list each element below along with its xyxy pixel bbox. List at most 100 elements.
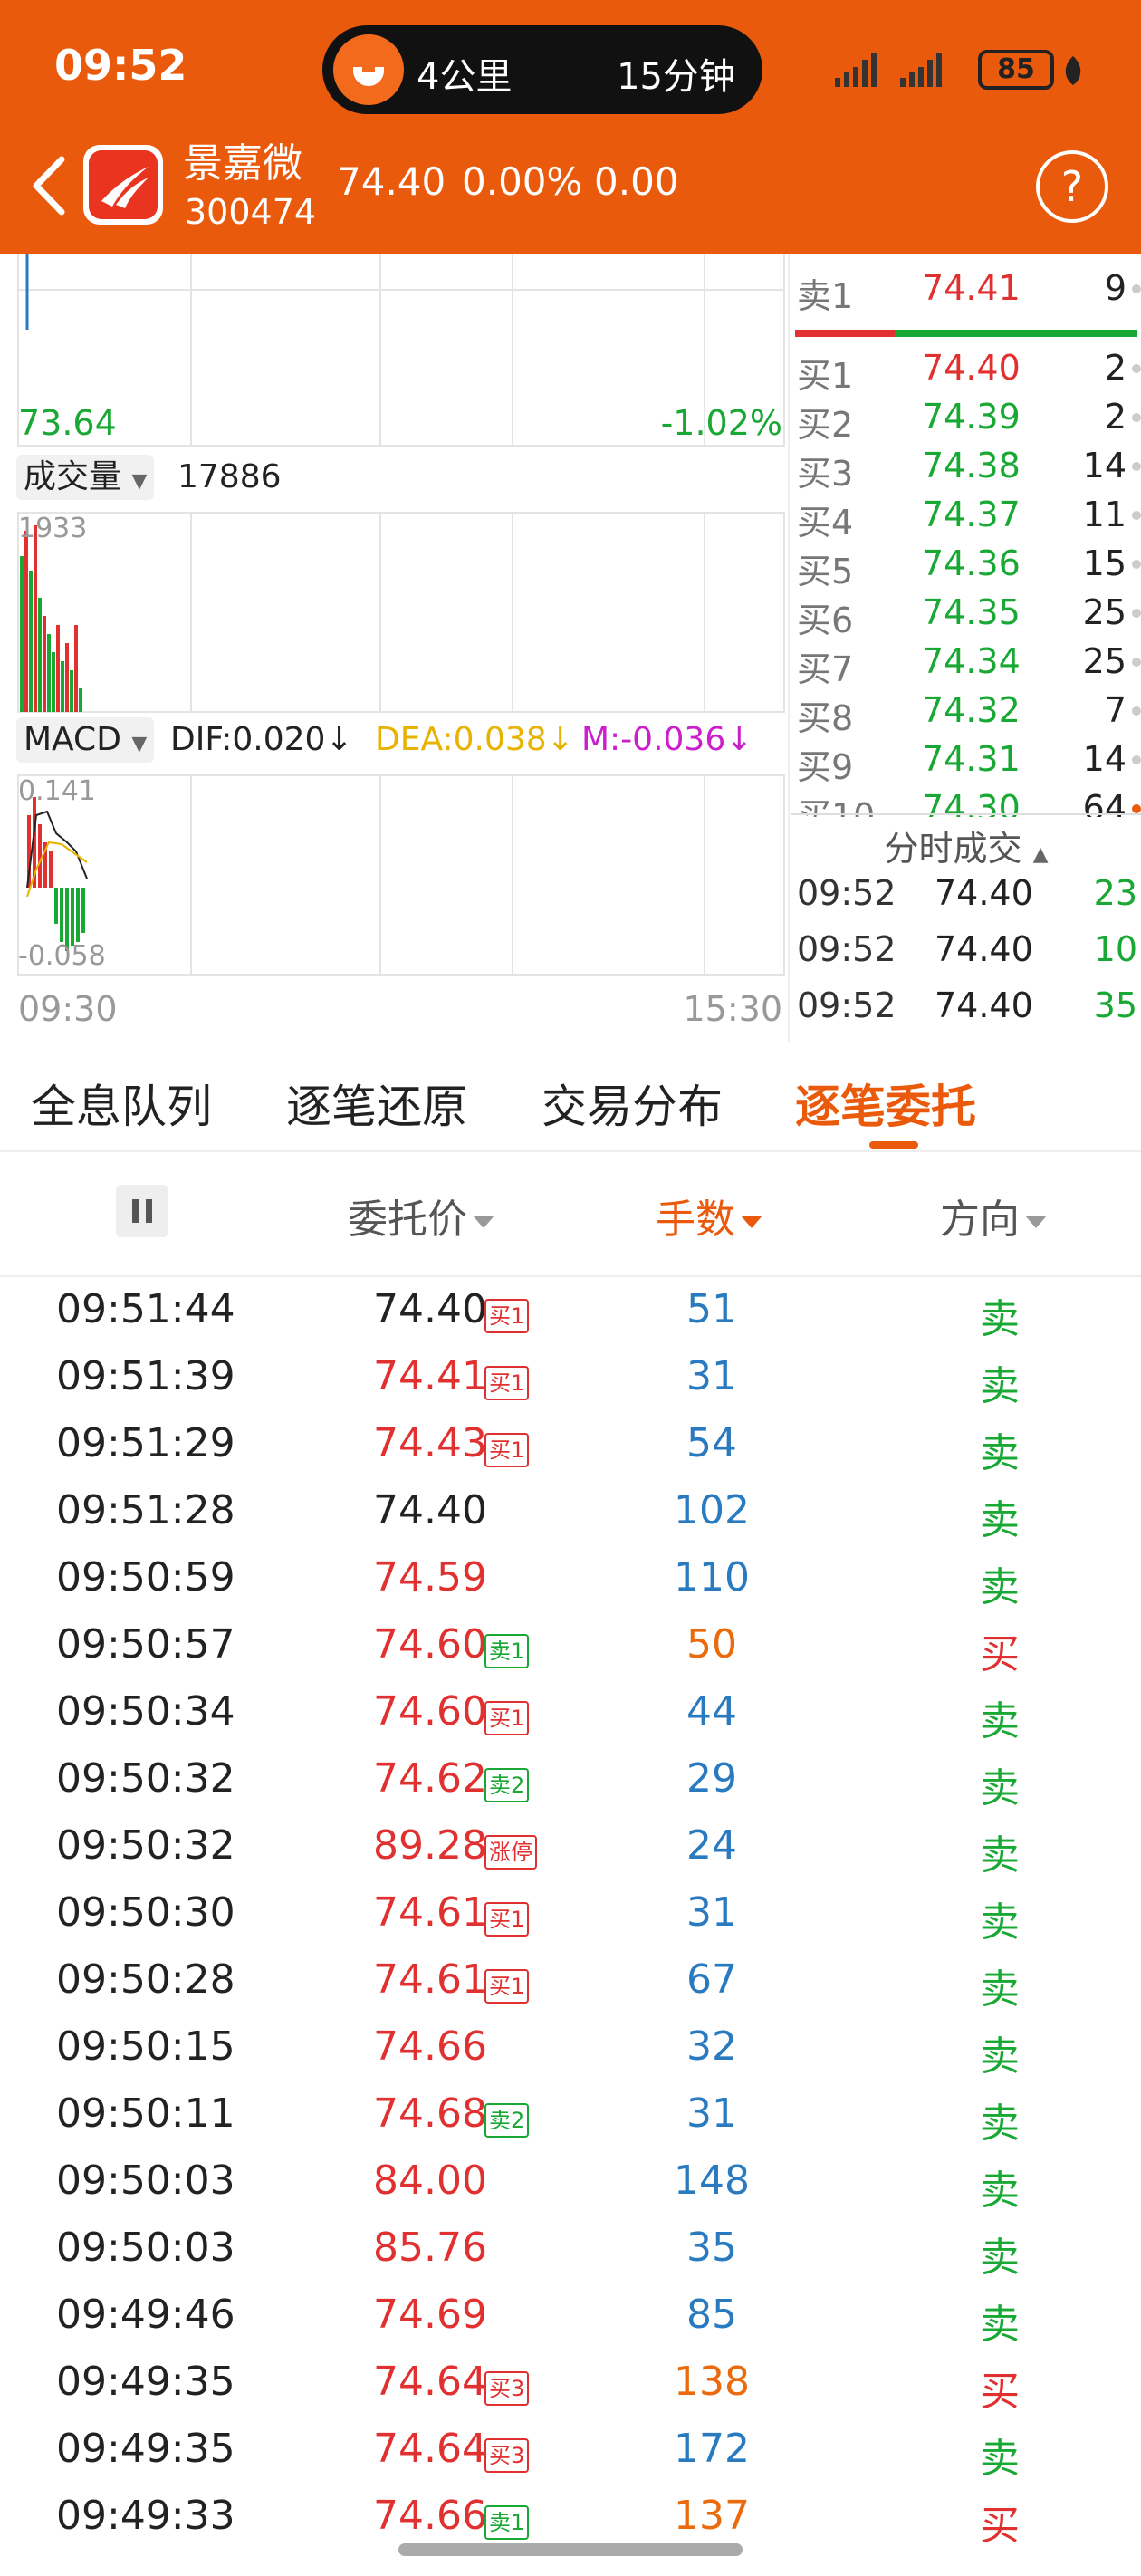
nav-distance: 4公里	[417, 56, 513, 98]
row-time: 09:50:30	[56, 1889, 235, 1936]
row-quantity: 67	[686, 1956, 737, 2003]
row-price: 74.60	[373, 1688, 487, 1735]
tab-order-by-order[interactable]: 逐笔委托	[795, 1071, 976, 1136]
book-row-buy-5: 买5 74.36 15	[791, 543, 1141, 592]
table-row[interactable]: 09:50:30 74.61 买1 31 卖	[0, 1880, 1141, 1947]
book-row-buy-9: 买9 74.31 14	[791, 739, 1141, 788]
tick-row: 09:52 74.40 23	[797, 873, 1137, 913]
table-row[interactable]: 09:49:33 74.66 卖1 137 买	[0, 2484, 1141, 2551]
table-row[interactable]: 09:51:39 74.41 买1 31 卖	[0, 1344, 1141, 1411]
row-level-badge: 买1	[484, 1902, 530, 1937]
table-row[interactable]: 09:50:32 74.62 卖2 29 卖	[0, 1746, 1141, 1813]
leaf-icon	[1061, 54, 1085, 91]
row-quantity: 138	[674, 2359, 750, 2405]
row-level-badge: 涨停	[484, 1835, 537, 1870]
table-row[interactable]: 09:50:03 85.76 35 卖	[0, 2216, 1141, 2283]
macd-m: M:-0.036↓	[581, 721, 753, 758]
row-price: 74.69	[373, 2292, 487, 2338]
macd-indicator-label: MACD	[24, 721, 121, 758]
tick-row: 09:52 74.40 10	[797, 929, 1137, 969]
volume-value: 17886	[177, 458, 282, 495]
header-price[interactable]: 委托价	[348, 1187, 494, 1245]
row-direction: 买	[980, 2503, 1020, 2549]
volume-indicator-select[interactable]: 成交量 ▼	[16, 455, 155, 500]
row-time: 09:50:28	[56, 1956, 235, 2003]
table-row[interactable]: 09:50:57 74.60 卖1 50 买	[0, 1612, 1141, 1679]
row-price: 74.41	[373, 1353, 487, 1399]
chart-low-price: 73.64	[18, 403, 117, 443]
order-book[interactable]: 卖1 74.41 9 买1 74.40 2 买2 74.39 2 买3 74.38 14 买…	[791, 254, 1141, 1042]
row-price: 89.28	[373, 1822, 487, 1869]
row-price: 74.64	[373, 2426, 487, 2472]
table-row[interactable]: 09:50:34 74.60 买1 44 卖	[0, 1679, 1141, 1746]
book-row-buy-4: 买4 74.37 11	[791, 495, 1141, 543]
table-row[interactable]: 09:50:59 74.59 110 卖	[0, 1545, 1141, 1612]
row-direction: 卖	[980, 2302, 1020, 2348]
didi-icon	[333, 34, 404, 105]
row-direction: 卖	[980, 1564, 1020, 1610]
pause-icon[interactable]	[116, 1185, 168, 1237]
chart-grid	[17, 254, 785, 976]
row-time: 09:50:32	[56, 1822, 235, 1869]
row-quantity: 31	[686, 1889, 737, 1936]
row-price: 85.76	[373, 2225, 487, 2271]
home-indicator[interactable]	[398, 2543, 743, 2556]
volume-indicator-label: 成交量	[24, 458, 122, 495]
table-header: 委托价 手数 方向	[0, 1152, 1141, 1277]
chart-low-percent: -1.02%	[660, 403, 782, 443]
row-quantity: 148	[674, 2158, 750, 2204]
table-row[interactable]: 09:50:11 74.68 卖2 31 卖	[0, 2081, 1141, 2148]
book-row-buy-7: 买7 74.34 25	[791, 641, 1141, 690]
table-row[interactable]: 09:50:28 74.61 买1 67 卖	[0, 1947, 1141, 2014]
tab-full-queue[interactable]: 全息队列	[31, 1071, 212, 1136]
row-price: 74.40	[373, 1487, 487, 1533]
row-time: 09:49:35	[56, 2359, 235, 2405]
stock-change-amount: 0.00	[594, 159, 679, 204]
macd-min-label: -0.058	[18, 940, 106, 972]
tab-trade-distribution[interactable]: 交易分布	[542, 1071, 723, 1136]
row-quantity: 44	[686, 1688, 737, 1735]
chart-time-start: 09:30	[18, 989, 118, 1029]
row-direction: 卖	[980, 2167, 1020, 2214]
table-row[interactable]: 09:51:29 74.43 买1 54 卖	[0, 1411, 1141, 1478]
active-tab-indicator	[869, 1141, 918, 1149]
row-quantity: 51	[686, 1286, 737, 1332]
volume-max-label: 1933	[18, 513, 88, 544]
stock-price: 74.40	[337, 159, 446, 204]
table-row[interactable]: 09:49:35 74.64 买3 172 卖	[0, 2417, 1141, 2484]
row-level-badge: 买1	[484, 1969, 530, 2004]
row-price: 74.40	[373, 1286, 487, 1332]
row-quantity: 50	[686, 1621, 737, 1668]
row-level-badge: 卖1	[484, 1634, 530, 1668]
table-row[interactable]: 09:51:28 74.40 102 卖	[0, 1478, 1141, 1545]
tab-trade-restore[interactable]: 逐笔还原	[286, 1071, 467, 1136]
dot-icon	[1132, 284, 1141, 293]
row-level-badge: 买3	[484, 2371, 530, 2406]
caret-down-icon	[1025, 1216, 1047, 1228]
row-time: 09:49:46	[56, 2292, 235, 2338]
macd-indicator-select[interactable]: MACD ▼	[16, 717, 155, 763]
row-time: 09:51:29	[56, 1420, 235, 1466]
row-quantity: 85	[686, 2292, 737, 2338]
back-icon[interactable]	[27, 154, 69, 221]
stock-name: 景嘉微	[183, 140, 302, 187]
table-row[interactable]: 09:49:46 74.69 85 卖	[0, 2283, 1141, 2350]
table-row[interactable]: 09:50:15 74.66 32 卖	[0, 2014, 1141, 2081]
row-price: 74.66	[373, 2023, 487, 2070]
header-direction[interactable]: 方向	[940, 1187, 1047, 1245]
order-table[interactable]: 09:51:44 74.40 买1 51 卖 09:51:39 74.41 买1 31 卖 09:5…	[0, 1277, 1141, 2576]
intraday-chart[interactable]: 73.64 -1.02% 成交量 ▼ 17886 1933 MACD ▼ DIF…	[0, 254, 788, 1042]
help-icon[interactable]: ?	[1036, 150, 1108, 223]
row-direction: 卖	[980, 2033, 1020, 2080]
table-row[interactable]: 09:49:35 74.64 买3 138 买	[0, 2350, 1141, 2417]
navigation-pill[interactable]: 4公里 15分钟	[322, 25, 762, 114]
row-direction: 卖	[980, 2100, 1020, 2147]
table-row[interactable]: 09:50:32 89.28 涨停 24 卖	[0, 1813, 1141, 1880]
header-quantity[interactable]: 手数	[656, 1187, 762, 1245]
ticks-header[interactable]: 分时成交 ▲	[791, 821, 1141, 870]
row-time: 09:50:15	[56, 2023, 235, 2070]
stock-change-percent: 0.00%	[462, 159, 583, 204]
table-row[interactable]: 09:51:44 74.40 买1 51 卖	[0, 1277, 1141, 1344]
row-price: 84.00	[373, 2158, 487, 2204]
table-row[interactable]: 09:50:03 84.00 148 卖	[0, 2148, 1141, 2216]
